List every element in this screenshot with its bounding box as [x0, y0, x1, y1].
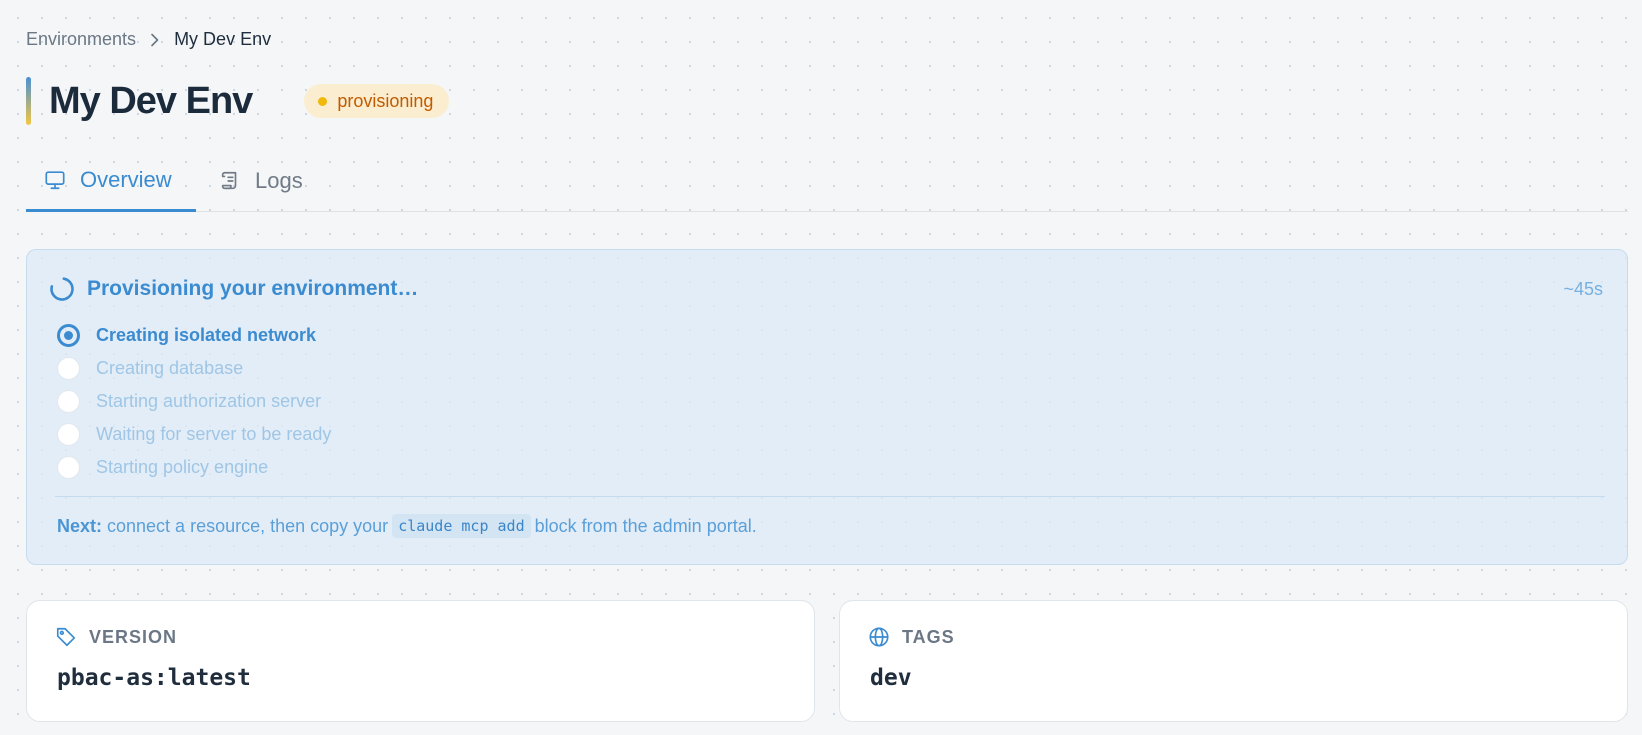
- breadcrumb: Environments My Dev Env: [26, 29, 271, 50]
- provisioning-title: Provisioning your environment…: [87, 277, 419, 300]
- step-label: Creating database: [96, 358, 244, 378]
- step-active-indicator-icon: [57, 324, 80, 347]
- next-text-after: block from the admin portal.: [534, 515, 757, 536]
- provisioning-steps: Creating isolated network Creating datab…: [57, 319, 331, 484]
- step-item: Starting authorization server: [57, 385, 331, 418]
- globe-icon: [869, 627, 889, 647]
- title-row: My Dev Env provisioning: [26, 76, 450, 126]
- step-pending-indicator-icon: [57, 423, 80, 446]
- version-card: VERSION pbac-as:latest: [26, 600, 815, 722]
- step-label: Starting policy engine: [96, 457, 269, 477]
- tag-icon: [56, 627, 76, 647]
- step-item: Creating database: [57, 352, 331, 385]
- status-badge-label: provisioning: [337, 90, 434, 111]
- provisioning-eta: ~45s: [1563, 278, 1603, 299]
- tab-bar: Overview Logs: [26, 150, 1628, 212]
- step-pending-indicator-icon: [57, 456, 80, 479]
- panel-divider: [55, 496, 1605, 497]
- chevron-right-icon: [150, 33, 160, 47]
- step-item: Waiting for server to be ready: [57, 418, 331, 451]
- version-card-header: VERSION: [55, 626, 177, 648]
- monitor-icon: [45, 170, 65, 189]
- scroll-icon: [221, 171, 237, 190]
- version-label: VERSION: [89, 626, 178, 647]
- tab-overview-label: Overview: [80, 166, 172, 192]
- status-dot-icon: [318, 96, 328, 106]
- tab-logs-label: Logs: [255, 168, 303, 193]
- status-badge: provisioning: [304, 84, 450, 118]
- step-label: Starting authorization server: [96, 391, 322, 411]
- spinner-icon: [49, 276, 75, 302]
- tags-label: TAGS: [902, 626, 955, 647]
- tab-logs[interactable]: Logs: [219, 150, 303, 212]
- step-label: Waiting for server to be ready: [96, 424, 332, 444]
- next-hint: Next: connect a resource, then copy your…: [57, 514, 757, 538]
- provisioning-panel: Provisioning your environment… ~45s Crea…: [26, 249, 1628, 565]
- breadcrumb-environments-link[interactable]: Environments: [26, 29, 136, 50]
- title-accent-bar: [26, 77, 31, 125]
- next-text-before: connect a resource, then copy your: [107, 515, 389, 536]
- step-pending-indicator-icon: [57, 357, 80, 380]
- next-label: Next:: [57, 515, 103, 536]
- tags-card-header: TAGS: [868, 626, 955, 648]
- code-snippet: claude mcp add: [392, 514, 531, 538]
- tags-card: TAGS dev: [839, 600, 1628, 722]
- step-item: Starting policy engine: [57, 451, 331, 484]
- step-pending-indicator-icon: [57, 390, 80, 413]
- step-item: Creating isolated network: [57, 319, 331, 352]
- page-title: My Dev Env: [49, 79, 253, 122]
- tags-value: dev: [870, 665, 912, 691]
- provisioning-header: Provisioning your environment… ~45s: [49, 276, 1603, 302]
- step-label: Creating isolated network: [96, 325, 317, 345]
- breadcrumb-current: My Dev Env: [174, 29, 272, 49]
- tab-overview[interactable]: Overview: [26, 150, 196, 212]
- version-value: pbac-as:latest: [57, 665, 251, 691]
